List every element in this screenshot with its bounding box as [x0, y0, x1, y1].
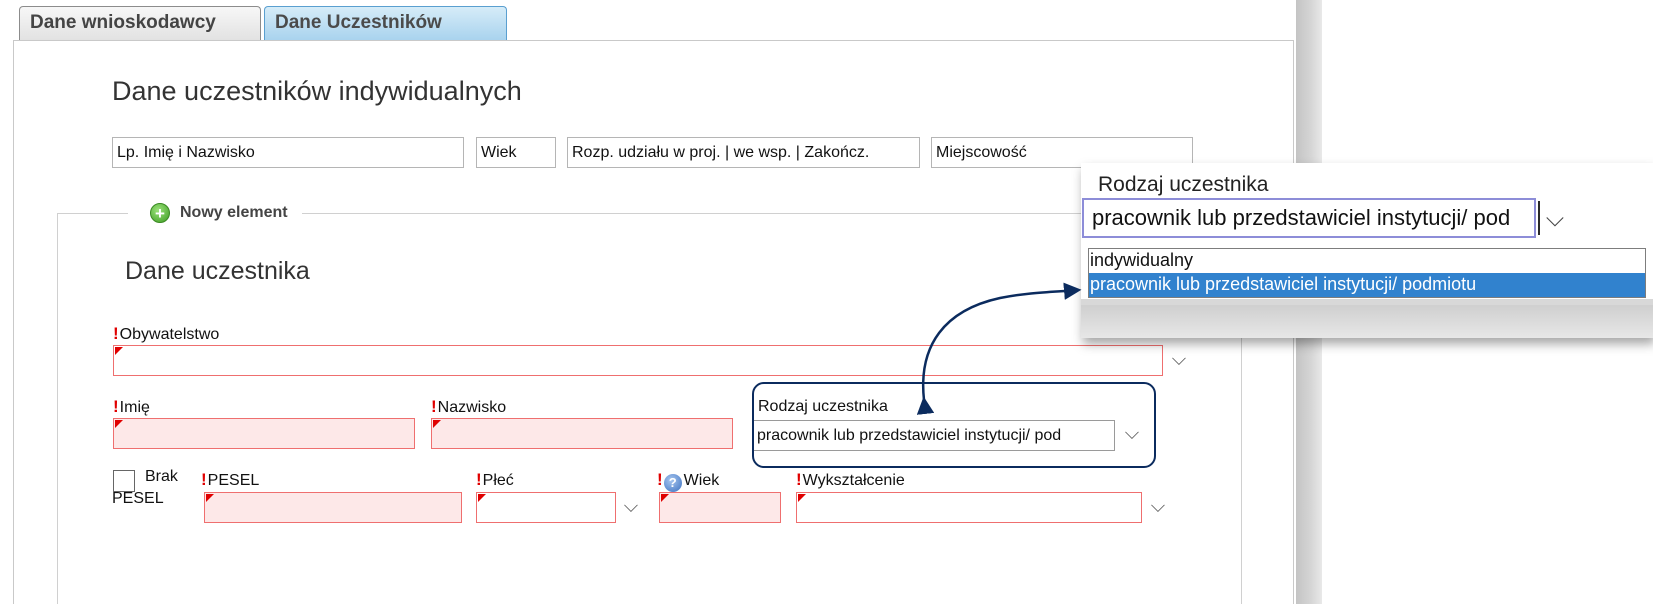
education-label: !Wykształcenie	[796, 470, 905, 489]
first-name-label: !Imię	[113, 397, 150, 416]
column-header-participation: Rozp. udziału w proj. | we wsp. | Zakońc…	[567, 137, 920, 168]
section-title: Dane uczestników indywidualnych	[112, 76, 522, 106]
education-select[interactable]	[796, 492, 1142, 523]
last-name-input[interactable]	[431, 418, 733, 449]
no-pesel-label-line2: PESEL	[112, 490, 164, 507]
zoom-lower-shadow	[1081, 305, 1653, 338]
gender-select[interactable]	[476, 492, 616, 523]
required-mark: !	[113, 324, 119, 343]
gender-label: !Płeć	[476, 470, 514, 489]
age-input[interactable]	[659, 492, 781, 523]
no-pesel-label-line1: Brak	[145, 468, 178, 485]
participant-title: Dane uczestnika	[125, 257, 310, 285]
citizenship-label: !Obywatelstwo	[113, 324, 220, 343]
last-name-label: !Nazwisko	[431, 397, 507, 416]
required-mark: !	[431, 397, 437, 416]
zoom-dropdown-list: indywidualny pracownik lub przedstawicie…	[1088, 248, 1646, 298]
option-institution-employee[interactable]: pracownik lub przedstawiciel instytucji/…	[1089, 273, 1645, 297]
question-circle-icon[interactable]: ?	[663, 474, 682, 492]
chevron-down-icon[interactable]: ⌵	[621, 497, 641, 517]
citizenship-select[interactable]	[113, 345, 1163, 376]
zoom-participant-type-select[interactable]: pracownik lub przedstawiciel instytucji/…	[1082, 198, 1536, 238]
tab-applicant-data[interactable]: Dane wnioskodawcy	[19, 6, 261, 40]
option-individual[interactable]: indywidualny	[1089, 249, 1645, 273]
annotation-highlight	[752, 382, 1156, 468]
zoom-callout: Rodzaj uczestnika pracownik lub przedsta…	[1081, 163, 1653, 338]
text-cursor	[1538, 201, 1540, 235]
zoom-participant-type-label: Rodzaj uczestnika	[1098, 173, 1269, 196]
required-mark: !	[796, 470, 802, 489]
tab-participant-data[interactable]: Dane Uczestników	[264, 6, 507, 40]
chevron-down-icon[interactable]: ⌵	[1169, 350, 1189, 370]
required-mark: !	[113, 397, 119, 416]
required-mark: !	[476, 470, 482, 489]
chevron-down-icon[interactable]: ⌵	[1148, 497, 1168, 517]
required-mark: !	[201, 470, 207, 489]
chevron-down-icon[interactable]: ⌵	[1541, 205, 1569, 233]
no-pesel-checkbox[interactable]	[113, 470, 135, 492]
required-mark: !	[657, 470, 663, 489]
column-header-age: Wiek	[476, 137, 556, 168]
new-element-label: Nowy element	[180, 204, 288, 221]
column-header-name: Lp. Imię i Nazwisko	[112, 137, 464, 168]
first-name-input[interactable]	[113, 418, 415, 449]
plus-circle-icon: +	[150, 203, 170, 223]
pesel-input[interactable]	[204, 492, 462, 523]
new-element-button[interactable]: + Nowy element	[128, 199, 302, 227]
age-label: !? Wiek	[657, 470, 720, 492]
pesel-label: !PESEL	[201, 470, 260, 489]
